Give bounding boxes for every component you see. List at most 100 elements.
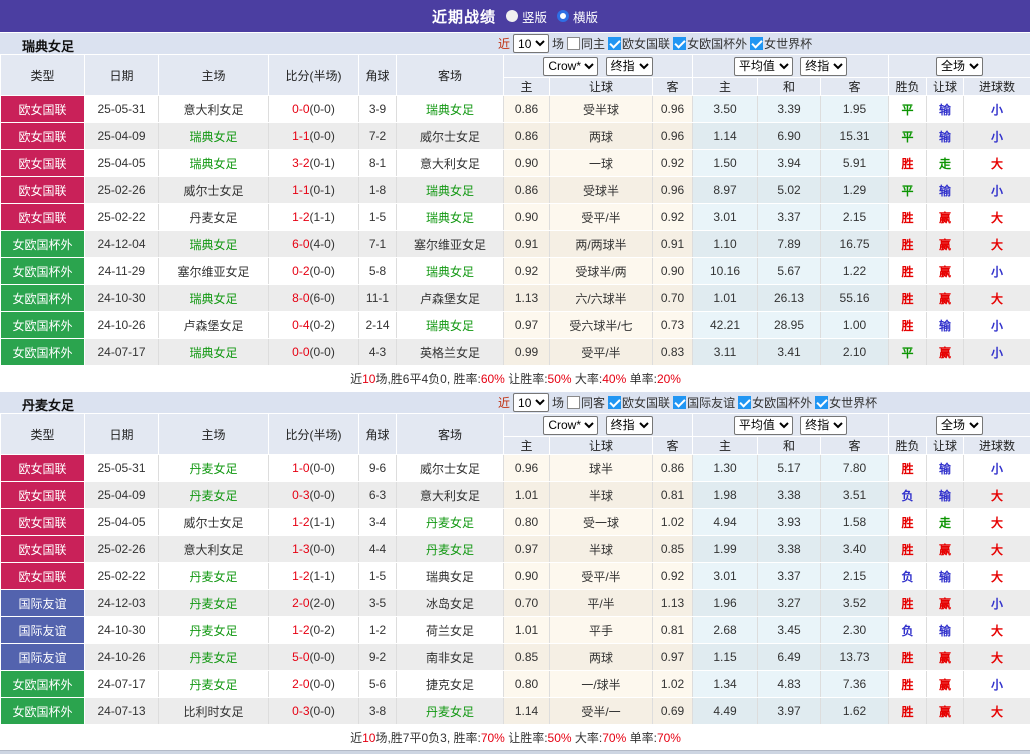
checkbox-checked-icon (815, 396, 828, 409)
home-team-cell: 丹麦女足 (159, 563, 269, 590)
average-stage-select[interactable]: 终指 (800, 416, 847, 435)
date-cell: 25-05-31 (85, 96, 159, 123)
date-cell: 25-04-09 (85, 123, 159, 150)
same-venue-checkbox[interactable]: 同主 (567, 35, 605, 52)
layout-radio-horizontal[interactable]: 横版 (557, 7, 598, 26)
avg-home-odds: 3.01 (693, 563, 758, 590)
type-badge: 欧女国联 (1, 177, 85, 204)
average-odds-group-header: 平均值 终指 (693, 55, 889, 78)
avg-home-odds: 1.10 (693, 231, 758, 258)
score-cell: 1-2(1-1) (269, 509, 359, 536)
summary-value: 40% (602, 372, 626, 386)
league-checkbox[interactable]: 女世界杯 (815, 394, 877, 411)
odds-stage-select[interactable]: 终指 (606, 57, 653, 76)
summary-text: 大率: (572, 372, 603, 386)
avg-draw-odds: 3.45 (758, 617, 821, 644)
goals-result-cell: 小 (964, 671, 1030, 698)
crow-away-odds: 0.96 (653, 123, 693, 150)
league-checkbox[interactable]: 女欧国杯外 (673, 35, 747, 52)
home-team-cell: 意大利女足 (159, 96, 269, 123)
type-badge: 女欧国杯外 (1, 285, 85, 312)
away-team-cell: 意大利女足 (397, 482, 504, 509)
col-header-type: 类型 (1, 414, 85, 455)
checkbox-checked-icon (673, 396, 686, 409)
results-table-sweden: 类型 日期 主场 比分(半场) 角球 客场 Crow* 终指 平均值 终指 全场 (0, 54, 1030, 391)
score-cell: 2-0(0-0) (269, 671, 359, 698)
crow-away-odds: 0.92 (653, 150, 693, 177)
goals-result-cell: 大 (964, 482, 1030, 509)
match-row: 女欧国杯外24-07-17丹麦女足2-0(0-0)5-6捷克女足0.80一/球半… (1, 671, 1030, 698)
handicap-result-cell: 输 (927, 482, 964, 509)
match-row: 女欧国杯外24-10-26卢森堡女足0-4(0-2)2-14瑞典女足0.97受六… (1, 312, 1030, 339)
average-select[interactable]: 平均值 (734, 416, 793, 435)
match-count-select[interactable]: 10 (513, 34, 549, 53)
avg-away-odds: 2.15 (821, 563, 889, 590)
avg-draw-odds: 6.90 (758, 123, 821, 150)
subcol-result: 胜负 (889, 437, 927, 455)
away-team-cell: 意大利女足 (397, 150, 504, 177)
games-label: 场 (552, 394, 564, 411)
crow-home-odds: 0.85 (504, 644, 550, 671)
match-row: 欧女国联25-04-09瑞典女足1-1(0-0)7-2威尔士女足0.86两球0.… (1, 123, 1030, 150)
bottom-divider (0, 750, 1030, 754)
avg-away-odds: 1.00 (821, 312, 889, 339)
crow-away-odds: 0.69 (653, 698, 693, 725)
handicap-result-cell: 输 (927, 177, 964, 204)
handicap-result-cell: 走 (927, 150, 964, 177)
match-count-select[interactable]: 10 (513, 393, 549, 412)
type-badge: 女欧国杯外 (1, 312, 85, 339)
league-checkbox[interactable]: 女世界杯 (750, 35, 812, 52)
scope-select[interactable]: 全场 (936, 57, 983, 76)
crow-away-odds: 0.85 (653, 536, 693, 563)
col-header-score: 比分(半场) (269, 55, 359, 96)
crow-home-odds: 0.86 (504, 123, 550, 150)
result-cell: 平 (889, 177, 927, 204)
crow-home-odds: 0.90 (504, 204, 550, 231)
type-badge: 女欧国杯外 (1, 698, 85, 725)
average-select[interactable]: 平均值 (734, 57, 793, 76)
match-row: 国际友谊24-10-30丹麦女足1-2(0-2)1-2荷兰女足1.01平手0.8… (1, 617, 1030, 644)
result-cell: 平 (889, 96, 927, 123)
same-venue-checkbox[interactable]: 同客 (567, 394, 605, 411)
average-stage-select[interactable]: 终指 (800, 57, 847, 76)
crow-home-odds: 0.90 (504, 150, 550, 177)
crow-handicap: 受平/半 (550, 204, 653, 231)
away-team-cell: 瑞典女足 (397, 312, 504, 339)
checkbox-checked-icon (673, 37, 686, 50)
league-checkbox[interactable]: 女欧国杯外 (738, 394, 812, 411)
corner-cell: 1-5 (359, 204, 397, 231)
league-checkbox[interactable]: 国际友谊 (673, 394, 735, 411)
corner-cell: 9-2 (359, 644, 397, 671)
scope-select[interactable]: 全场 (936, 416, 983, 435)
result-cell: 负 (889, 482, 927, 509)
handicap-result-cell: 赢 (927, 339, 964, 366)
summary-text: 让胜率: (505, 372, 548, 386)
bookmaker-select[interactable]: Crow* (543, 57, 598, 76)
avg-home-odds: 4.49 (693, 698, 758, 725)
date-cell: 24-11-29 (85, 258, 159, 285)
league-checkbox[interactable]: 欧女国联 (608, 35, 670, 52)
bookmaker-select[interactable]: Crow* (543, 416, 598, 435)
odds-stage-select[interactable]: 终指 (606, 416, 653, 435)
section-bar: 丹麦女足 近 10 场 同客 欧女国联国际友谊女欧国杯外女世界杯 (0, 391, 1030, 413)
col-header-corner: 角球 (359, 55, 397, 96)
subcol-avg-away: 客 (821, 437, 889, 455)
score-cell: 0-3(0-0) (269, 698, 359, 725)
goals-result-cell: 大 (964, 698, 1030, 725)
away-team-cell: 瑞典女足 (397, 96, 504, 123)
league-checkbox[interactable]: 欧女国联 (608, 394, 670, 411)
goals-result-cell: 大 (964, 563, 1030, 590)
crow-handicap: 受平/半 (550, 339, 653, 366)
type-badge: 欧女国联 (1, 536, 85, 563)
summary-text: 单率: (626, 731, 657, 745)
date-cell: 24-12-04 (85, 231, 159, 258)
crow-home-odds: 0.80 (504, 671, 550, 698)
summary-value: 50% (548, 372, 572, 386)
date-cell: 25-04-09 (85, 482, 159, 509)
date-cell: 24-10-26 (85, 644, 159, 671)
goals-result-cell: 小 (964, 312, 1030, 339)
layout-radio-vertical[interactable]: 竖版 (506, 7, 547, 26)
subcol-avg-draw: 和 (758, 78, 821, 96)
date-cell: 25-02-22 (85, 204, 159, 231)
score-cell: 6-0(4-0) (269, 231, 359, 258)
